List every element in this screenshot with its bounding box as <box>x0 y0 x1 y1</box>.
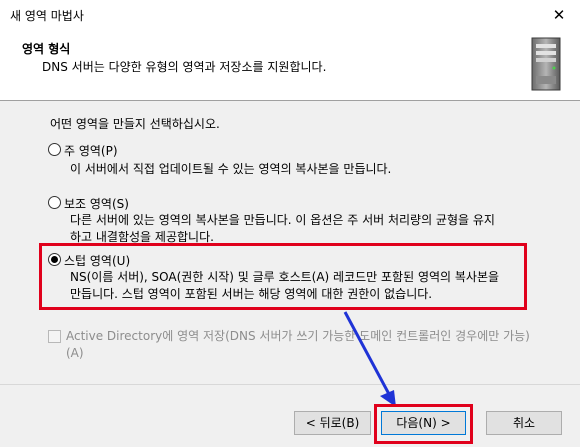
cancel-button[interactable]: 취소 <box>486 411 562 435</box>
next-button[interactable]: 다음(N) > <box>381 411 466 435</box>
back-button[interactable]: < 뒤로(B) <box>294 411 371 435</box>
annotation-arrow <box>343 311 396 407</box>
